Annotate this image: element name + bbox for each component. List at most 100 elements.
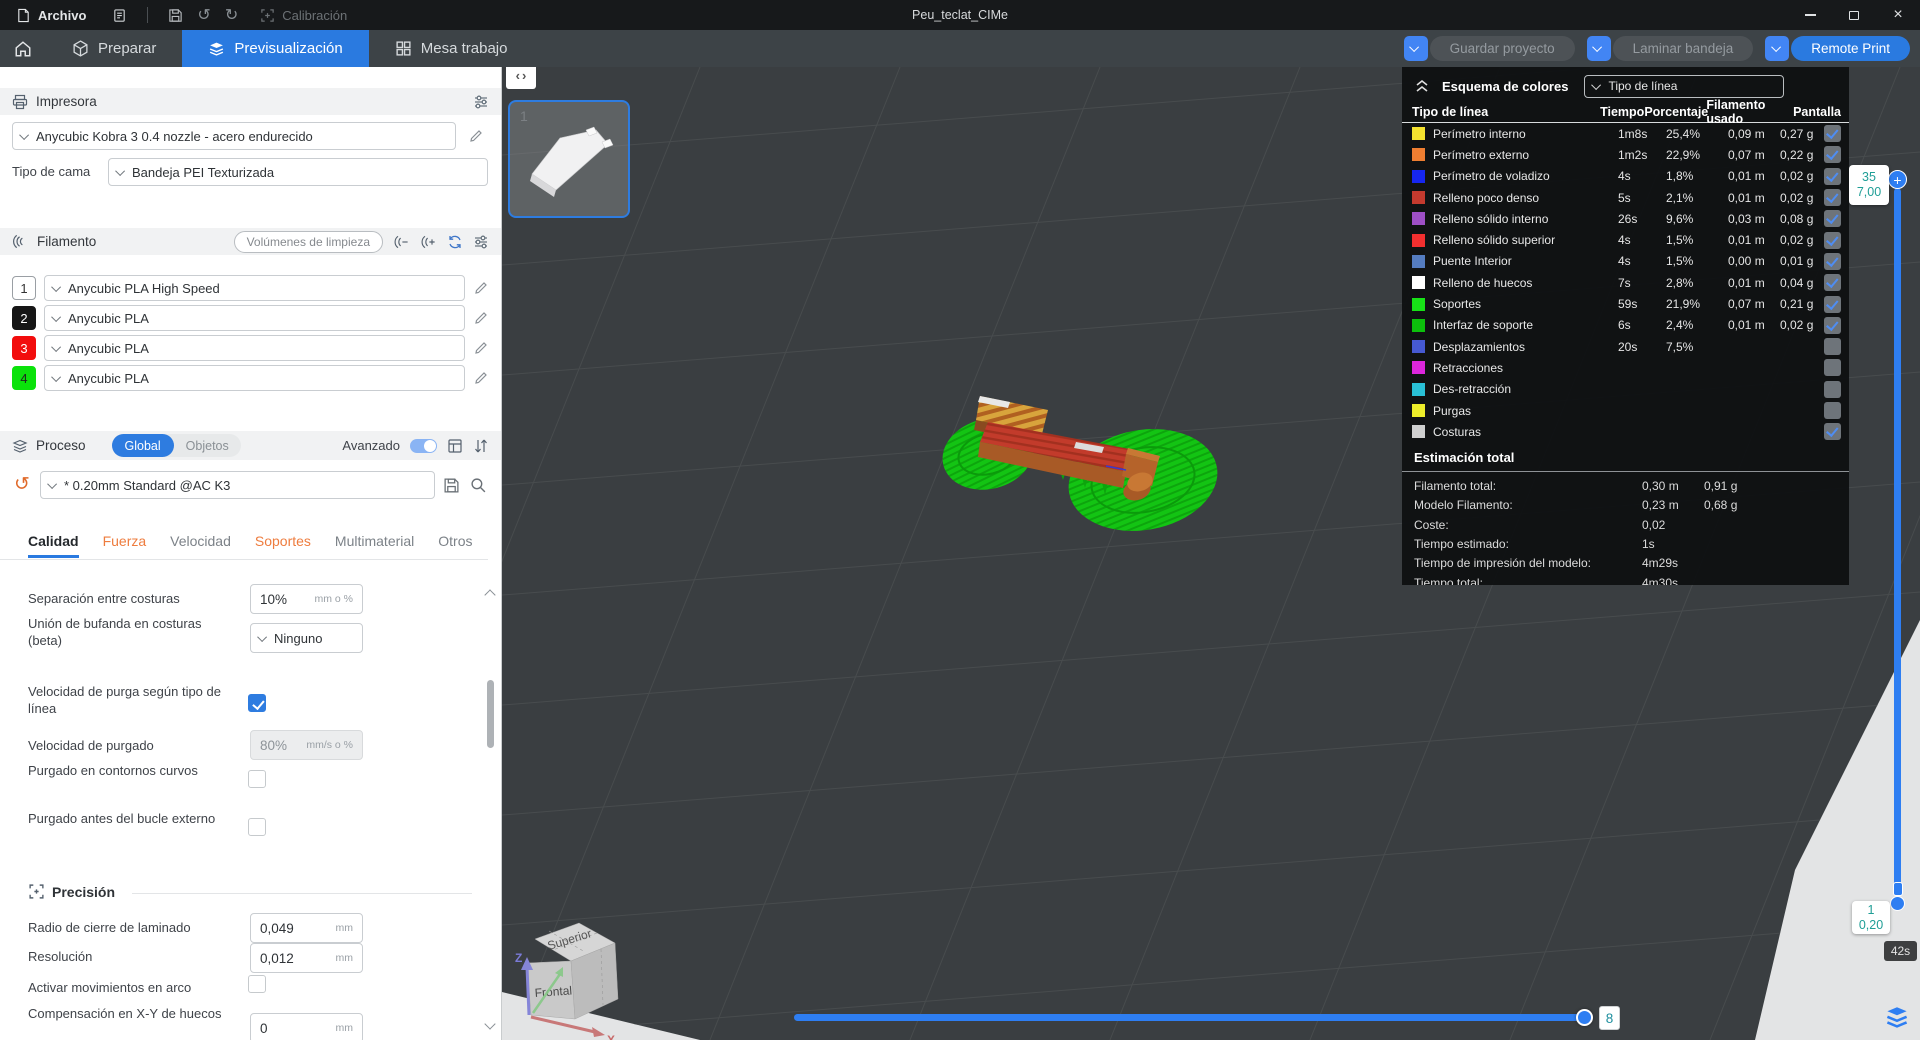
scope-objetos[interactable]: Objetos: [174, 439, 241, 453]
step-slider-track[interactable]: [794, 1014, 1592, 1021]
line-type-label: Purgas: [1433, 403, 1472, 418]
process-tab[interactable]: Fuerza: [103, 533, 147, 558]
arc-moves-checkbox[interactable]: [248, 975, 266, 993]
line-type-visibility-checkbox[interactable]: [1824, 423, 1841, 441]
process-tab[interactable]: Calidad: [28, 533, 79, 558]
filament-color-chip[interactable]: 1: [12, 276, 36, 300]
bed-type-select[interactable]: Bandeja PEI Texturizada: [108, 158, 488, 186]
parameter-table-icon[interactable]: [447, 438, 463, 454]
seam-gap-input[interactable]: 10% mm o %: [250, 584, 363, 614]
window-close-button[interactable]: ×: [1876, 0, 1920, 30]
slice-gap-radius-label: Radio de cierre de laminado: [28, 920, 191, 935]
tab-preparar[interactable]: Preparar: [46, 30, 182, 67]
laminar-bandeja-button[interactable]: Laminar bandeja: [1612, 36, 1754, 61]
undo-button[interactable]: ↺: [197, 5, 210, 25]
scrollbar-thumb[interactable]: [487, 680, 494, 748]
slice-gap-radius-input[interactable]: 0,049 mm: [250, 913, 363, 943]
process-preset-select[interactable]: * 0.20mm Standard @AC K3: [40, 471, 435, 499]
layers-icon[interactable]: [1884, 1004, 1910, 1028]
view-mode-select[interactable]: Tipo de línea: [1584, 74, 1785, 98]
xy-hole-comp-input[interactable]: 0 mm: [250, 1013, 363, 1040]
line-type-visibility-checkbox[interactable]: [1824, 295, 1841, 313]
layer-slider-plus-button[interactable]: +: [1888, 170, 1907, 189]
add-filament-icon[interactable]: [420, 235, 437, 249]
redo-button[interactable]: ↻: [225, 5, 238, 25]
wipe-before-external-checkbox[interactable]: [248, 818, 266, 836]
collapse-panel-icon[interactable]: [1414, 79, 1430, 93]
line-type-visibility-checkbox[interactable]: [1824, 316, 1841, 334]
remote-print-dropdown[interactable]: [1765, 36, 1790, 61]
process-tab[interactable]: Multimaterial: [335, 533, 414, 558]
sync-filament-icon[interactable]: [447, 234, 463, 250]
edit-filament-icon[interactable]: [473, 310, 489, 326]
line-type-visibility-checkbox[interactable]: [1824, 146, 1841, 164]
remove-filament-icon[interactable]: [393, 235, 410, 249]
filament-select[interactable]: Anycubic PLA: [44, 365, 465, 391]
calibration-button[interactable]: Calibración: [260, 8, 347, 23]
wipe-on-loops-checkbox[interactable]: [248, 770, 266, 788]
line-type-visibility-checkbox[interactable]: [1824, 402, 1841, 419]
guardar-proyecto-dropdown[interactable]: [1403, 36, 1428, 61]
resolution-input[interactable]: 0,012 mm: [250, 943, 363, 973]
filament-select[interactable]: Anycubic PLA: [44, 305, 465, 331]
file-menu[interactable]: Archivo: [16, 8, 86, 23]
reset-preset-icon[interactable]: ↺: [14, 475, 30, 494]
filament-color-chip[interactable]: 2: [12, 306, 36, 330]
line-type-length: 0,03 m: [1728, 211, 1765, 226]
preset-compare-icon[interactable]: [473, 438, 489, 454]
home-button[interactable]: [0, 30, 46, 67]
advanced-toggle[interactable]: [410, 438, 437, 453]
line-type-visibility-checkbox[interactable]: [1824, 380, 1841, 398]
edit-filament-icon[interactable]: [473, 340, 489, 356]
window-minimize-button[interactable]: [1788, 0, 1832, 30]
notes-button[interactable]: [112, 8, 127, 23]
laminar-bandeja-dropdown[interactable]: [1586, 36, 1611, 61]
purge-speed-value: 80%: [260, 737, 288, 753]
scope-global[interactable]: Global: [111, 434, 174, 457]
filament-select[interactable]: Anycubic PLA High Speed: [44, 275, 465, 301]
save-preset-icon[interactable]: [443, 477, 460, 494]
scope-toggle[interactable]: Global Objetos: [111, 434, 241, 457]
remote-print-button[interactable]: Remote Print: [1791, 36, 1910, 61]
edit-filament-icon[interactable]: [473, 280, 489, 296]
filament-color-chip[interactable]: 3: [12, 336, 36, 360]
layer-slider-track[interactable]: [1894, 188, 1901, 888]
printer-select[interactable]: Anycubic Kobra 3 0.4 nozzle - acero endu…: [12, 122, 456, 150]
line-type-visibility-checkbox[interactable]: [1824, 125, 1841, 143]
guardar-proyecto-button[interactable]: Guardar proyecto: [1429, 36, 1575, 61]
line-type-visibility-checkbox[interactable]: [1824, 167, 1841, 185]
navigation-cube[interactable]: Superior Frontal Z X: [505, 905, 640, 1040]
line-type-visibility-checkbox[interactable]: [1824, 252, 1841, 270]
step-slider-handle[interactable]: [1576, 1009, 1593, 1026]
process-tab[interactable]: Velocidad: [170, 533, 231, 558]
filament-select[interactable]: Anycubic PLA: [44, 335, 465, 361]
save-button[interactable]: [168, 8, 183, 23]
printer-settings-icon[interactable]: [473, 94, 489, 110]
plate-thumbnail[interactable]: 1: [508, 100, 630, 218]
line-type-visibility-checkbox[interactable]: [1824, 338, 1841, 356]
process-tab[interactable]: Soportes: [255, 533, 311, 558]
scarf-joint-select[interactable]: Ninguno: [250, 623, 363, 653]
gcode-model-preview[interactable]: [930, 370, 1240, 550]
layer-slider-lower-handle[interactable]: [1893, 882, 1903, 896]
window-maximize-button[interactable]: [1832, 0, 1876, 30]
edit-filament-icon[interactable]: [473, 370, 489, 386]
edit-printer-icon[interactable]: [468, 128, 484, 144]
line-type-visibility-checkbox[interactable]: [1824, 274, 1841, 292]
scroll-up-arrow[interactable]: [484, 589, 496, 601]
flush-volumes-button[interactable]: Volúmenes de limpieza: [233, 230, 383, 253]
tab-mesa-trabajo[interactable]: Mesa trabajo: [369, 30, 534, 67]
line-type-visibility-checkbox[interactable]: [1824, 359, 1841, 377]
process-tab[interactable]: Otros: [438, 533, 472, 558]
line-type-visibility-checkbox[interactable]: [1824, 210, 1841, 228]
legend-rows: Perímetro interno 1m8s 25,4% 0,09 m 0,27…: [1402, 123, 1849, 442]
line-type-visibility-checkbox[interactable]: [1824, 231, 1841, 249]
filament-settings-icon[interactable]: [473, 234, 489, 250]
search-preset-icon[interactable]: [470, 477, 487, 494]
purge-by-line-checkbox[interactable]: [248, 694, 266, 712]
line-type-visibility-checkbox[interactable]: [1824, 189, 1841, 207]
tab-previsualizacion[interactable]: Previsualización: [182, 30, 369, 67]
filament-color-chip[interactable]: 4: [12, 366, 36, 390]
scroll-down-arrow[interactable]: [484, 1018, 496, 1030]
layer-slider-lower-ball[interactable]: [1890, 896, 1905, 911]
